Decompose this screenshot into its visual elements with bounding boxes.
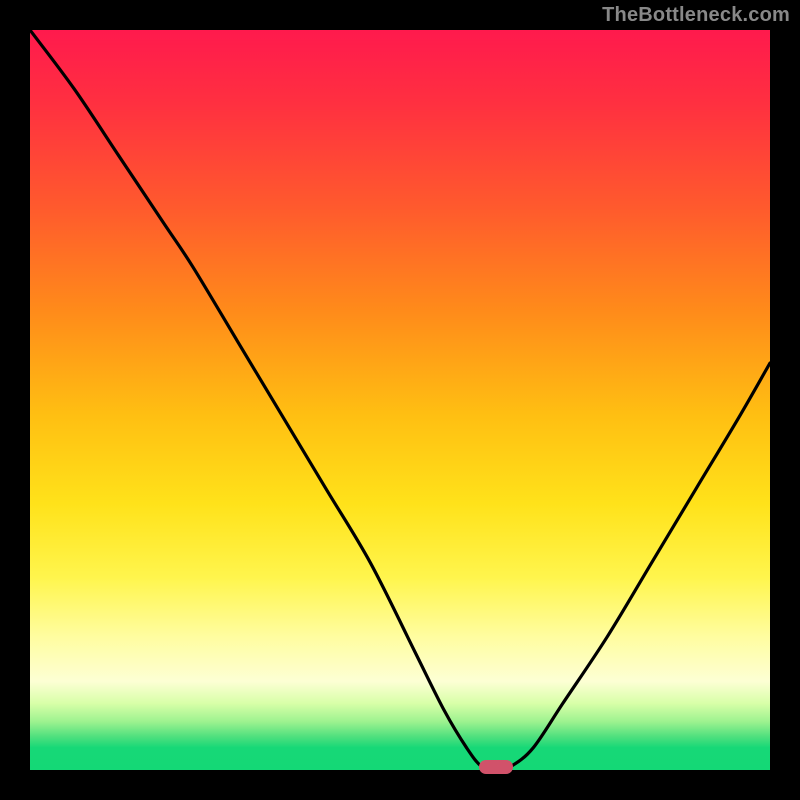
watermark-text: TheBottleneck.com <box>602 4 790 27</box>
optimal-point-marker <box>479 760 513 774</box>
plot-area <box>30 30 770 770</box>
bottleneck-curve <box>30 30 770 770</box>
chart-frame: TheBottleneck.com <box>0 0 800 800</box>
